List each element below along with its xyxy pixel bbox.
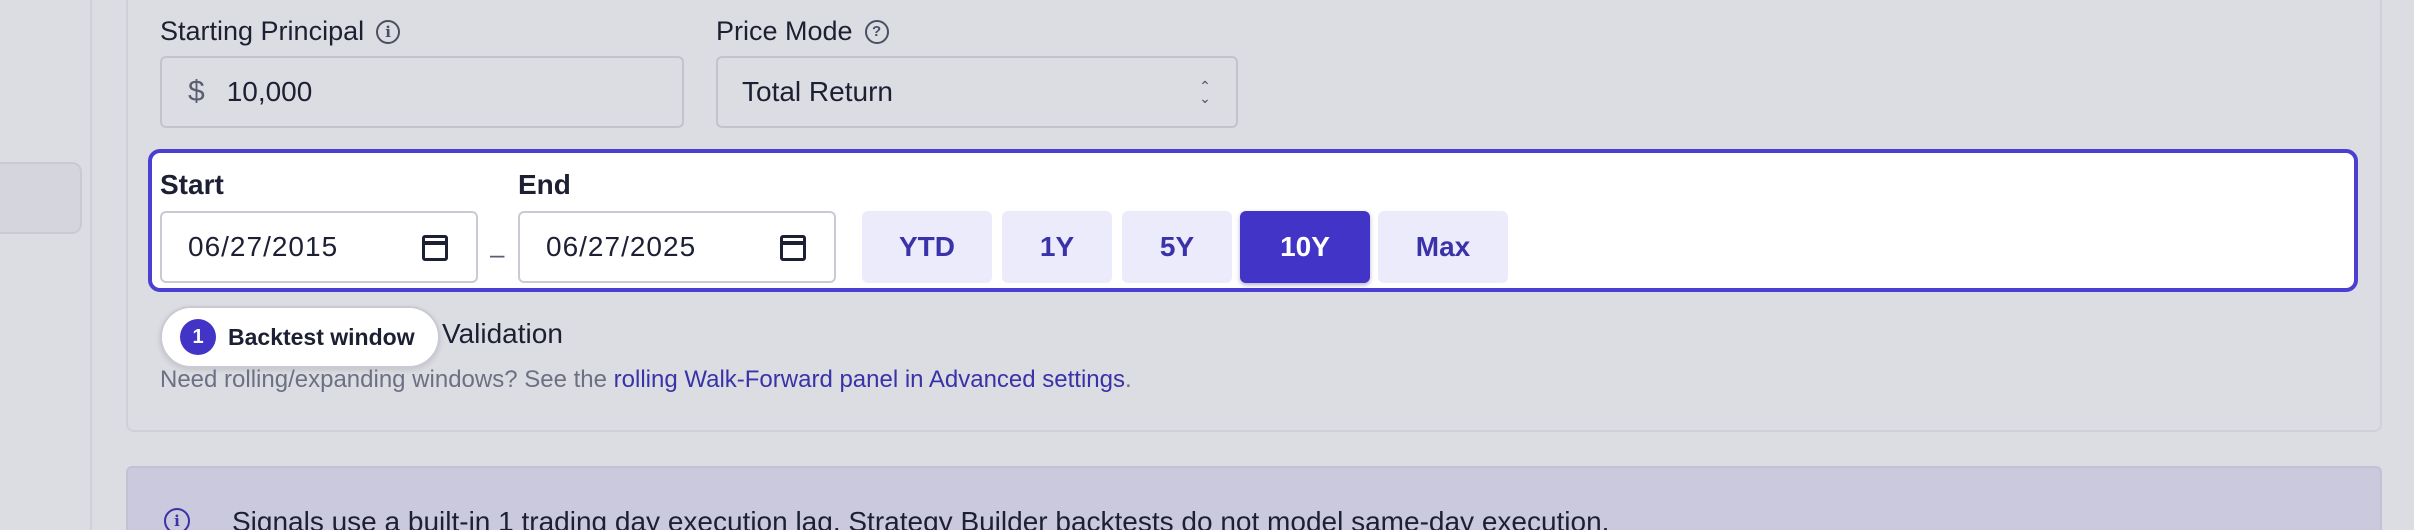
starting-principal-label: Starting Principal <box>160 16 365 46</box>
calendar-icon[interactable] <box>780 235 806 261</box>
starting-principal-value: 10,000 <box>226 76 313 107</box>
start-label: Start <box>160 169 224 200</box>
end-label: End <box>518 169 571 200</box>
preset-max-button[interactable]: Max <box>1378 211 1508 283</box>
walk-forward-link[interactable]: rolling Walk-Forward panel in Advanced s… <box>614 366 1125 393</box>
date-separator: – <box>490 239 505 269</box>
backtest-window-step-badge: 1 Backtest window <box>160 306 440 368</box>
help-icon[interactable]: ? <box>864 19 889 44</box>
hint-suffix: . <box>1125 366 1132 393</box>
price-mode-selected: Total Return <box>742 76 893 107</box>
start-date-value: 06/27/2015 <box>188 231 339 262</box>
sidebar-item[interactable] <box>0 162 82 234</box>
starting-principal-label-row: Starting Principal i <box>160 16 401 47</box>
walk-forward-hint: Need rolling/expanding windows? See the … <box>160 366 1132 394</box>
end-date-value: 06/27/2025 <box>546 231 697 262</box>
left-sidebar <box>0 0 92 530</box>
chevron-updown-icon: ⌃ ⌄ <box>1199 78 1211 106</box>
step-number: 1 <box>180 319 216 355</box>
starting-principal-input[interactable]: $ 10,000 <box>160 56 684 128</box>
price-mode-label-row: Price Mode ? <box>716 16 889 47</box>
calendar-icon[interactable] <box>422 235 448 261</box>
preset-1y-button[interactable]: 1Y <box>1002 211 1112 283</box>
end-date-input[interactable]: 06/27/2025 <box>518 211 836 283</box>
backtest-window-panel: Start 06/27/2015 – End 06/27/2025 YTD 1Y… <box>148 149 2358 292</box>
info-icon: i <box>164 508 190 530</box>
preset-10y-button[interactable]: 10Y <box>1240 211 1370 283</box>
price-mode-label: Price Mode <box>716 16 853 46</box>
execution-lag-banner: i Signals use a built-in 1 trading day e… <box>126 466 2382 530</box>
currency-symbol: $ <box>188 75 205 108</box>
preset-ytd-button[interactable]: YTD <box>862 211 992 283</box>
validation-heading: Validation <box>442 318 563 349</box>
info-icon[interactable]: i <box>376 19 401 44</box>
step-label: Backtest window <box>228 323 415 350</box>
banner-text: Signals use a built-in 1 trading day exe… <box>232 506 1610 530</box>
price-mode-select[interactable]: Total Return ⌃ ⌄ <box>716 56 1238 128</box>
strategy-settings-page: Starting Principal i $ 10,000 Price Mode… <box>0 0 2414 530</box>
hint-prefix: Need rolling/expanding windows? See the <box>160 366 614 393</box>
start-date-input[interactable]: 06/27/2015 <box>160 211 478 283</box>
preset-5y-button[interactable]: 5Y <box>1122 211 1232 283</box>
